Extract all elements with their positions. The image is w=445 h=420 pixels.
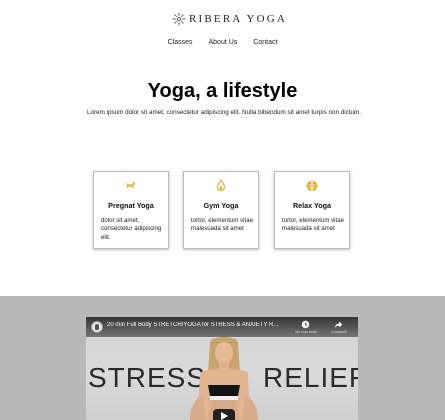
clock-icon: [301, 320, 310, 329]
brain-icon: [306, 180, 318, 192]
card-text: dolor sit amet, consectetur adipiscing e…: [101, 217, 162, 241]
nav-link-contact[interactable]: Contact: [245, 39, 285, 46]
card-gym-yoga[interactable]: Gym Yoga tortor, elementum vitae malesua…: [183, 171, 259, 249]
flame-icon: [216, 179, 226, 192]
share-label: Compartir: [331, 330, 347, 334]
share-icon: [334, 321, 343, 328]
card-title: Gym Yoga: [203, 201, 239, 210]
video-overlay-text-right: RELIEF: [263, 362, 358, 393]
dog-icon: [125, 180, 136, 189]
card-pregnat-yoga[interactable]: Pregnat Yoga dolor sit amet, consectetur…: [93, 171, 169, 249]
video-title-bar: 20 min Full Body STRETCH/YOGA for STRESS…: [86, 317, 358, 337]
nav-link-classes[interactable]: Classes: [160, 39, 201, 46]
channel-avatar[interactable]: [91, 321, 103, 333]
brand-logo[interactable]: RIBERA YOGA: [172, 12, 287, 26]
brand-name: RIBERA YOGA: [189, 13, 288, 25]
video-section: STRESS RELIEF 20 min Full Body STRETCH/Y…: [0, 296, 445, 420]
card-title: Relax Yoga: [292, 201, 332, 210]
main-nav: Classes About Us Contact: [0, 39, 445, 46]
class-cards: Pregnat Yoga dolor sit amet, consectetur…: [0, 171, 445, 251]
card-text: tortor, elementum vitae malesuada sit am…: [191, 217, 253, 233]
hero-title: Yoga, a lifestyle: [147, 80, 298, 102]
video-embed[interactable]: STRESS RELIEF 20 min Full Body STRETCH/Y…: [86, 317, 358, 420]
watch-later-label: Ver más tarde: [294, 330, 318, 334]
nav-link-about-us[interactable]: About Us: [200, 39, 245, 46]
site-header: RIBERA YOGA Classes About Us Contact: [0, 0, 445, 60]
share-button[interactable]: Compartir: [328, 320, 350, 336]
play-button[interactable]: [213, 409, 235, 420]
watch-later-button[interactable]: Ver más tarde: [295, 320, 317, 336]
card-relax-yoga[interactable]: Relax Yoga tortor, elementum vitae males…: [274, 171, 350, 249]
card-title: Pregnat Yoga: [108, 201, 154, 210]
sun-mandala-icon: [172, 12, 186, 26]
video-title[interactable]: 20 min Full Body STRETCH/YOGA for STRESS…: [107, 322, 307, 328]
hero-text: Lorem ipsum dolor sit amet, consectetur …: [87, 109, 362, 116]
card-text: tortor, elementum vitae malesuada sit am…: [282, 217, 344, 233]
video-person-thumbnail: [190, 337, 258, 420]
